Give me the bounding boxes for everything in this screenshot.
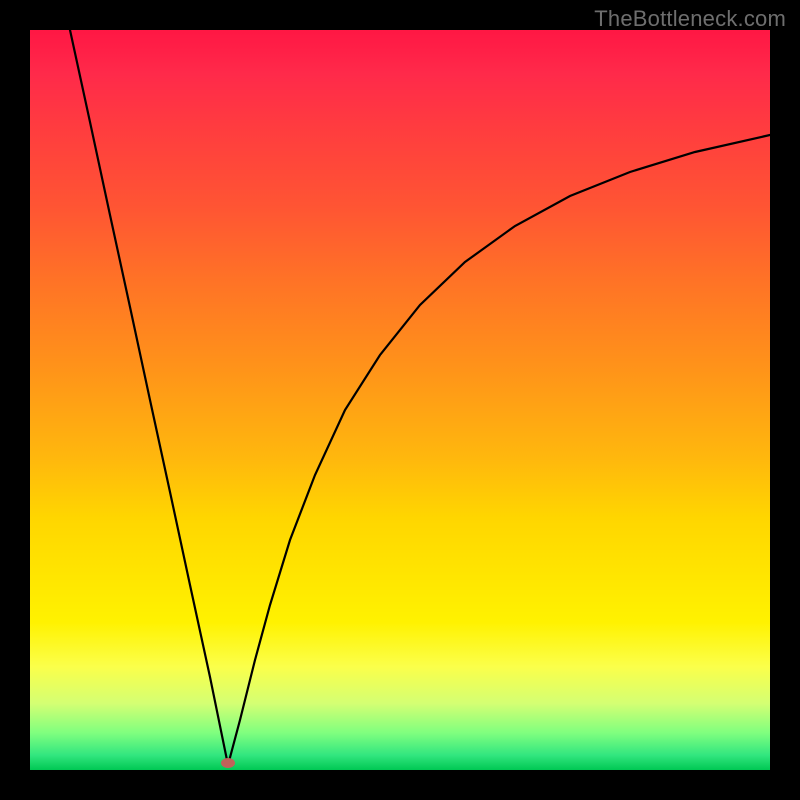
chart-frame: TheBottleneck.com — [0, 0, 800, 800]
plot-gradient-background — [30, 30, 770, 770]
watermark-text: TheBottleneck.com — [594, 6, 786, 32]
